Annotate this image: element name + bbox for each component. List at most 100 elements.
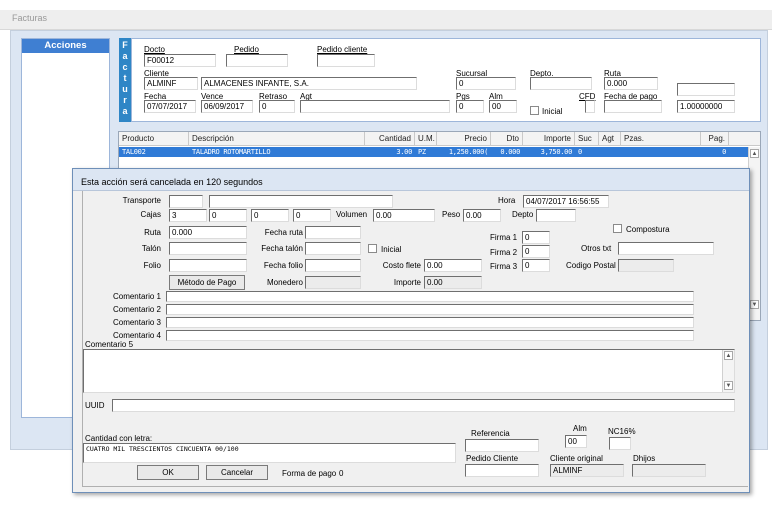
- costo-flete-field[interactable]: 0.00: [424, 259, 482, 272]
- depto-field[interactable]: [536, 209, 576, 222]
- cliente-name-field[interactable]: ALMACENES INFANTE, S.A.: [201, 77, 417, 90]
- nc16-field[interactable]: [609, 437, 631, 450]
- volumen-field[interactable]: 0.00: [373, 209, 435, 222]
- volumen-label: Volumen: [336, 210, 368, 219]
- factura-letter: a: [122, 51, 128, 61]
- col-pzas[interactable]: Pzas.: [621, 132, 701, 146]
- docto-label: Docto: [144, 45, 165, 54]
- col-um[interactable]: U.M.: [415, 132, 437, 146]
- fecha-field[interactable]: 07/07/2017: [144, 100, 196, 113]
- cliente-original-field[interactable]: ALMINF: [550, 464, 624, 477]
- retraso-field[interactable]: 0: [259, 100, 295, 113]
- col-agt[interactable]: Agt: [599, 132, 621, 146]
- monedero-label: Monedero: [266, 278, 303, 287]
- col-producto[interactable]: Producto: [119, 132, 189, 146]
- table-row[interactable]: TAL002 TALADRO ROTOMARTILLO 3.00 PZ 1,25…: [119, 147, 749, 157]
- cell-descripcion: TALADRO ROTOMARTILLO: [192, 148, 271, 156]
- inicial-label: Inicial: [542, 107, 563, 116]
- cajas-field-2[interactable]: 0: [209, 209, 247, 222]
- cell-suc: 0: [578, 148, 582, 156]
- codigo-postal-field[interactable]: [618, 259, 674, 272]
- pedido-label: Pedido: [234, 45, 259, 54]
- ok-button[interactable]: OK: [137, 465, 199, 480]
- comentario2-field[interactable]: [166, 304, 694, 315]
- pedido-cliente-field[interactable]: [465, 464, 539, 477]
- cajas-field-4[interactable]: 0: [293, 209, 331, 222]
- comentario4-field[interactable]: [166, 330, 694, 341]
- folio-field[interactable]: [169, 259, 247, 272]
- pgs-field[interactable]: 0: [456, 100, 484, 113]
- comentario5-label: Comentario 5: [85, 340, 134, 349]
- scroll-up-icon[interactable]: ▲: [724, 351, 733, 360]
- col-cantidad[interactable]: Cantidad: [365, 132, 415, 146]
- alm-label: Alm: [573, 424, 587, 433]
- uuid-field[interactable]: [112, 399, 735, 412]
- hora-field[interactable]: 04/07/2017 16:56:55: [523, 195, 609, 208]
- fecha-talon-label: Fecha talón: [261, 244, 303, 253]
- metodo-pago-button[interactable]: Método de Pago: [169, 275, 245, 290]
- cantidad-letra-field[interactable]: CUATRO MIL TRESCIENTOS CINCUENTA 00/100: [83, 443, 456, 463]
- cfd-field[interactable]: [585, 100, 595, 113]
- importe-field[interactable]: 0.00: [424, 276, 482, 289]
- compostura-checkbox[interactable]: [613, 224, 622, 233]
- talon-label: Talón: [141, 244, 161, 253]
- fecha-talon-field[interactable]: [305, 242, 361, 255]
- transporte-field[interactable]: [169, 195, 203, 208]
- factura-letter: F: [122, 40, 128, 50]
- referencia-field[interactable]: [465, 439, 539, 452]
- dhijos-field[interactable]: [632, 464, 706, 477]
- forma-pago-label: Forma de pago: [282, 469, 337, 478]
- transporte-desc-field[interactable]: [209, 195, 393, 208]
- ruta-label: Ruta: [144, 228, 161, 237]
- firma1-field[interactable]: 0: [522, 231, 550, 244]
- inicial-checkbox[interactable]: [368, 244, 377, 253]
- grid-header: Producto Descripción Cantidad U.M. Preci…: [119, 132, 760, 146]
- fecha-pago-field[interactable]: [604, 100, 662, 113]
- sucursal-field[interactable]: 0: [456, 77, 516, 90]
- monedero-field[interactable]: [305, 276, 361, 289]
- scroll-down-icon[interactable]: ▼: [724, 381, 733, 390]
- cell-pzas: [621, 147, 701, 157]
- firma2-field[interactable]: 0: [522, 245, 550, 258]
- inicial-checkbox[interactable]: [530, 106, 539, 115]
- importe-label: Importe: [393, 278, 421, 287]
- comentario1-field[interactable]: [166, 291, 694, 302]
- depto-field[interactable]: [530, 77, 592, 90]
- talon-field[interactable]: [169, 242, 247, 255]
- firma1-label: Firma 1: [490, 233, 518, 242]
- col-descripcion[interactable]: Descripción: [189, 132, 365, 146]
- alm-field[interactable]: 00: [489, 100, 517, 113]
- comentario5-scrollbar[interactable]: ▲ ▼: [722, 350, 734, 392]
- comentario2-label: Comentario 2: [112, 305, 161, 314]
- pedido-cliente-field[interactable]: [317, 54, 375, 67]
- fecha-folio-field[interactable]: [305, 259, 361, 272]
- scroll-up-icon[interactable]: ▲: [750, 149, 759, 158]
- vence-field[interactable]: 06/09/2017: [201, 100, 253, 113]
- comentario3-field[interactable]: [166, 317, 694, 328]
- cajas-field-1[interactable]: 3: [169, 209, 207, 222]
- agt-field[interactable]: [300, 100, 450, 113]
- col-precio[interactable]: Precio: [437, 132, 491, 146]
- ruta-field[interactable]: 0.000: [169, 226, 247, 239]
- otros-txt-field[interactable]: [618, 242, 714, 255]
- col-suc[interactable]: Suc: [575, 132, 599, 146]
- blank-field[interactable]: [677, 83, 735, 96]
- cancel-button[interactable]: Cancelar: [206, 465, 268, 480]
- fecha-ruta-field[interactable]: [305, 226, 361, 239]
- cajas-field-3[interactable]: 0: [251, 209, 289, 222]
- cliente-code-field[interactable]: ALMINF: [144, 77, 198, 90]
- peso-field[interactable]: 0.00: [463, 209, 501, 222]
- col-dto[interactable]: Dto: [491, 132, 523, 146]
- cell-importe: 3,750.00: [540, 148, 573, 156]
- scroll-down-icon[interactable]: ▼: [750, 300, 759, 309]
- tipo-cambio-field[interactable]: 1.00000000: [677, 100, 735, 113]
- col-pag[interactable]: Pag.: [701, 132, 729, 146]
- firma3-field[interactable]: 0: [522, 259, 550, 272]
- col-importe[interactable]: Importe: [523, 132, 575, 146]
- docto-field[interactable]: F00012: [144, 54, 216, 67]
- firma2-label: Firma 2: [490, 248, 518, 257]
- pedido-field[interactable]: [226, 54, 288, 67]
- comentario5-textarea[interactable]: [83, 349, 735, 393]
- ruta-field[interactable]: 0.000: [604, 77, 658, 90]
- alm-field[interactable]: 00: [565, 435, 587, 448]
